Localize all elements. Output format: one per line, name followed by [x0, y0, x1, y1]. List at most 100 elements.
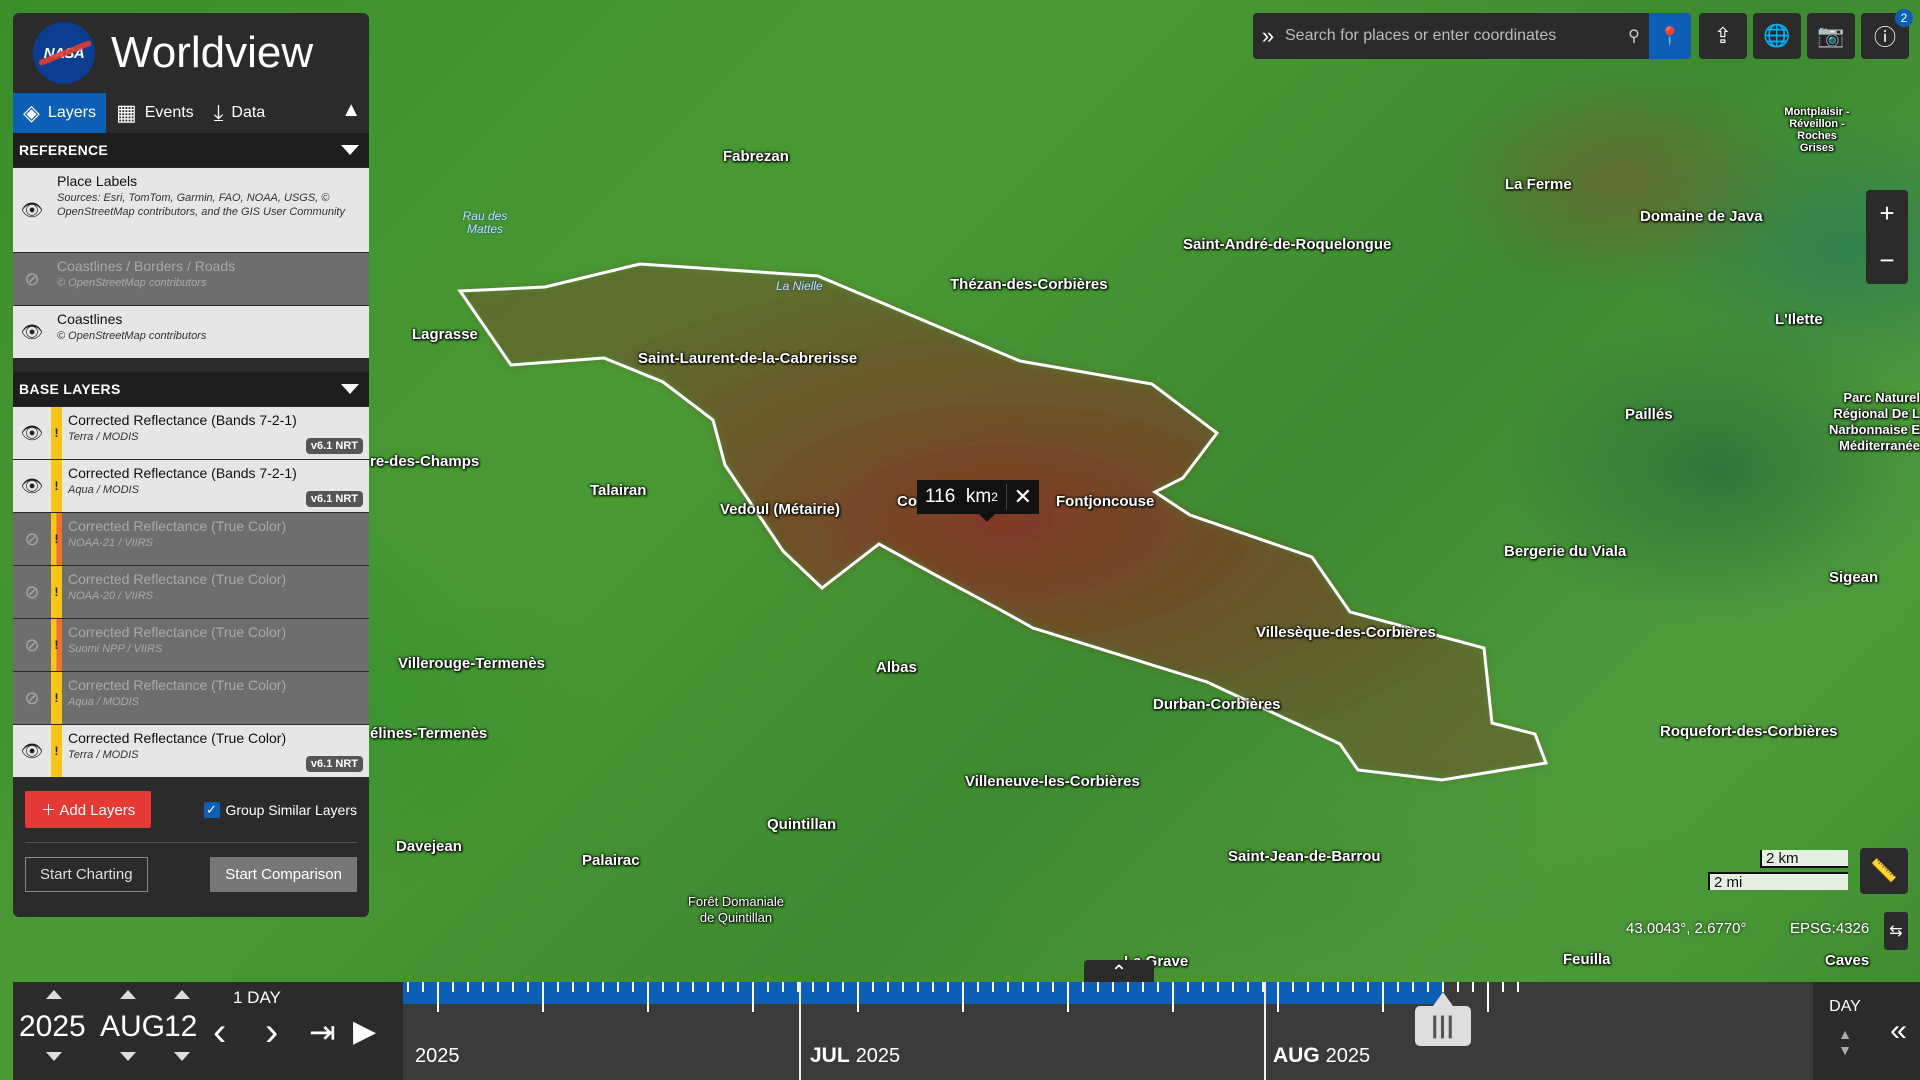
nasa-logo[interactable]: NASA: [33, 22, 95, 84]
month-separator: [799, 982, 801, 1080]
map-label: Quintillan: [767, 816, 837, 833]
layer-item[interactable]: 👁 ! Corrected Reflectance (True Color) T…: [13, 724, 369, 777]
timeline-tick: [902, 982, 904, 992]
collapse-sidebar-icon[interactable]: ▲: [341, 99, 361, 122]
timeline-tick: [1187, 982, 1189, 992]
reference-header[interactable]: REFERENCE: [13, 133, 369, 167]
year-down-icon[interactable]: [46, 1052, 62, 1061]
layer-item[interactable]: ⊘ ! Corrected Reflectance (True Color) A…: [13, 671, 369, 724]
location-pin-icon[interactable]: 📍: [1649, 13, 1691, 59]
collapse-timeline-icon[interactable]: «: [1877, 982, 1920, 1080]
camera-icon[interactable]: 📷: [1807, 13, 1855, 59]
eye-icon[interactable]: 👁: [13, 460, 51, 512]
eye-off-icon[interactable]: ⊘: [13, 253, 51, 305]
video-camera-icon[interactable]: ▶: [353, 1012, 376, 1052]
layer-source: Sources: Esri, TomTom, Garmin, FAO, NOAA…: [57, 192, 345, 218]
date-year[interactable]: 2025: [19, 1010, 86, 1044]
date-day[interactable]: 12: [164, 1010, 197, 1044]
layer-item[interactable]: ⊘ ! Corrected Reflectance (True Color) S…: [13, 618, 369, 671]
layer-item[interactable]: ⊘ Coastlines / Borders / Roads © OpenStr…: [13, 252, 369, 305]
timeline-tick: [1082, 982, 1084, 992]
map-label: Montplaisir - Réveillon - Roches Grises: [1784, 106, 1850, 154]
timeline-tick: [1412, 982, 1414, 992]
layer-item[interactable]: 👁 ! Corrected Reflectance (Bands 7-2-1) …: [13, 459, 369, 512]
timeline-tick: [782, 982, 784, 992]
timeline-tick: [437, 982, 439, 1012]
layer-item[interactable]: 👁 Place Labels Sources: Esri, TomTom, Ga…: [13, 167, 369, 252]
layer-info: Corrected Reflectance (True Color) Suomi…: [62, 619, 369, 671]
month-up-icon[interactable]: [120, 990, 136, 999]
warning-icon: !: [51, 672, 62, 724]
timeline-tick: [587, 982, 589, 992]
chevron-left-icon[interactable]: ‹: [213, 1012, 226, 1052]
timeline-handle[interactable]: |||: [1415, 992, 1471, 1046]
map-label: Saint-Jean-de-Barrou: [1228, 848, 1381, 865]
chevron-right-icon[interactable]: ›: [265, 1012, 278, 1052]
year-up-icon[interactable]: [46, 990, 62, 999]
tab-layers[interactable]: ◈ Layers: [13, 93, 106, 133]
eye-icon[interactable]: 👁: [13, 407, 51, 459]
projection-globe-icon[interactable]: 🌐: [1753, 13, 1801, 59]
start-charting-button[interactable]: Start Charting: [25, 857, 148, 892]
layer-sidebar: NASA Worldview ◈ Layers ▦ Events ⤓ Data ▲ R…: [13, 13, 369, 917]
timeline-tick: [527, 982, 529, 992]
zoom-arrows-icon[interactable]: ▲ ▼: [1813, 1026, 1877, 1058]
timeline-tick: [1292, 982, 1294, 992]
nasa-logo-text: NASA: [43, 44, 85, 62]
day-up-icon[interactable]: [174, 990, 190, 999]
timeline-tick: [1307, 982, 1309, 992]
map-label: Villerouge-Termenès: [398, 655, 545, 672]
timeline-tick: [647, 982, 649, 1012]
eye-off-icon[interactable]: ⊘: [13, 672, 51, 724]
skip-to-end-icon[interactable]: ⇥: [309, 1012, 336, 1052]
timeline-tick: [1472, 982, 1474, 992]
group-similar-label: Group Similar Layers: [225, 801, 358, 818]
month-down-icon[interactable]: [120, 1052, 136, 1061]
timeline-tick: [1127, 982, 1129, 992]
search-bar: » ⚲ 📍: [1253, 13, 1691, 59]
eye-off-icon[interactable]: ⊘: [13, 619, 51, 671]
zoom-out-icon[interactable]: −: [1866, 237, 1908, 284]
layer-item[interactable]: 👁 Coastlines © OpenStreetMap contributor…: [13, 305, 369, 358]
day-down-icon[interactable]: [174, 1052, 190, 1061]
tab-data[interactable]: ⤓ Data: [204, 93, 276, 133]
search-icon[interactable]: ⚲: [1619, 26, 1649, 46]
share-icon[interactable]: ⇪: [1699, 13, 1747, 59]
timeline-tick: [1337, 982, 1339, 992]
eye-off-icon[interactable]: ⊘: [13, 513, 51, 565]
checkbox-checked-icon[interactable]: ✓: [203, 801, 220, 818]
timeline-tick: [947, 982, 949, 992]
chevron-right-icon[interactable]: »: [1253, 23, 1283, 49]
eye-off-icon[interactable]: ⊘: [13, 566, 51, 618]
eye-icon[interactable]: 👁: [13, 725, 51, 777]
search-input[interactable]: [1283, 26, 1619, 46]
timeline-zoom-selector[interactable]: DAY ▲ ▼: [1813, 982, 1877, 1080]
timeline-tick: [977, 982, 979, 992]
coordinates-readout[interactable]: 43.0043°, 2.6770°: [1626, 920, 1746, 937]
group-similar-checkbox[interactable]: ✓ Group Similar Layers: [203, 801, 358, 818]
layer-item[interactable]: ⊘ ! Corrected Reflectance (True Color) N…: [13, 565, 369, 618]
add-layers-button[interactable]: ＋ Add Layers: [25, 791, 152, 828]
info-icon[interactable]: ⓘ 2: [1861, 9, 1913, 59]
base-layers-header[interactable]: BASE LAYERS: [13, 372, 369, 406]
layer-item[interactable]: ⊘ ! Corrected Reflectance (True Color) N…: [13, 512, 369, 565]
eye-icon[interactable]: 👁: [13, 306, 51, 358]
interval-selector[interactable]: 1 DAY: [233, 988, 281, 1008]
close-icon[interactable]: ✕: [1005, 484, 1039, 510]
swap-format-icon[interactable]: ⇆: [1884, 912, 1908, 950]
burn-scar-area: [460, 264, 1546, 780]
zoom-in-icon[interactable]: +: [1866, 190, 1908, 237]
tab-label: Events: [144, 104, 194, 121]
tab-events[interactable]: ▦ Events: [106, 93, 204, 133]
chevron-up-icon[interactable]: ⌃: [1084, 960, 1154, 984]
ruler-icon[interactable]: 📏: [1860, 848, 1908, 894]
version-badge: v6.1 NRT: [305, 756, 363, 772]
date-month[interactable]: AUG: [100, 1010, 165, 1044]
month-label: JUL 2025: [810, 1044, 900, 1068]
start-comparison-button[interactable]: Start Comparison: [210, 857, 357, 892]
timeline-axis[interactable]: 2025 JUL 2025 AUG 2025: [403, 982, 1813, 1080]
eye-icon[interactable]: 👁: [13, 168, 51, 252]
layer-item[interactable]: 👁 ! Corrected Reflectance (Bands 7-2-1) …: [13, 406, 369, 459]
drag-grip-icon[interactable]: |||: [1415, 1006, 1471, 1046]
layer-name: Place Labels: [57, 173, 138, 189]
